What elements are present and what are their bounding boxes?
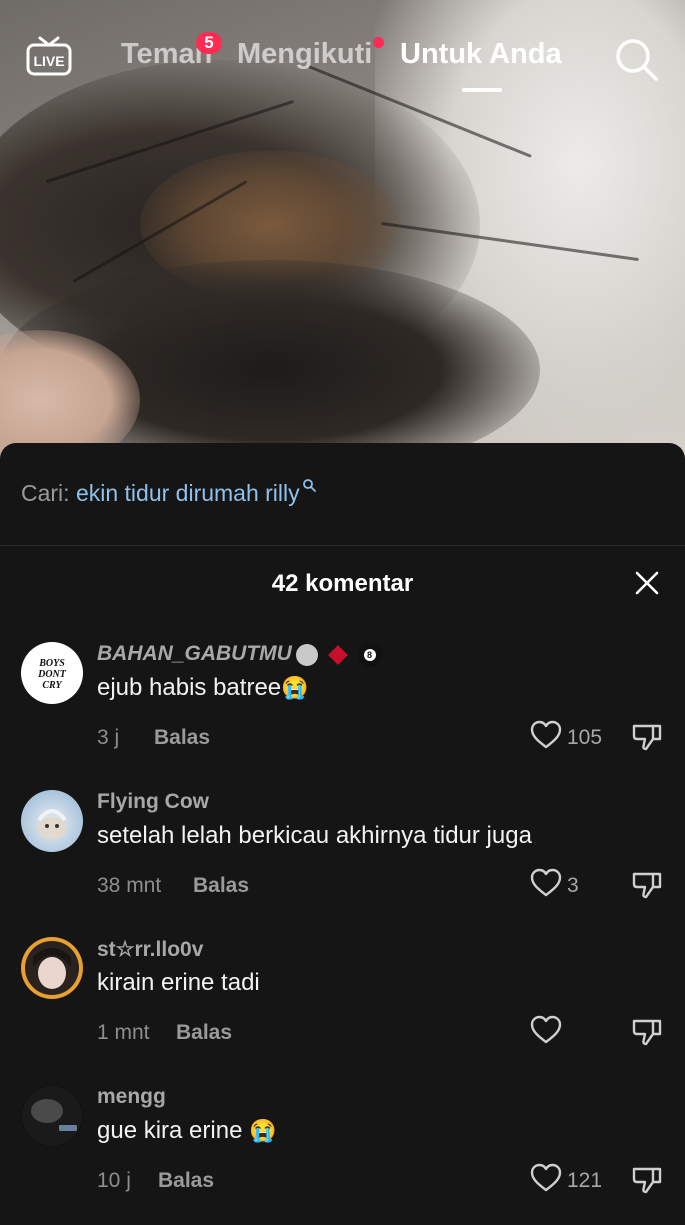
comment-text: ejub habis batree😭 xyxy=(97,674,309,701)
heart-icon[interactable] xyxy=(530,1163,562,1193)
heart-icon[interactable] xyxy=(530,1015,562,1045)
comment-item: st☆rr.llo0v kirain erine tadi 1 mnt Bala… xyxy=(0,937,685,1077)
avatar[interactable] xyxy=(21,790,83,852)
like-count: 3 xyxy=(567,874,579,897)
reply-button[interactable]: Balas xyxy=(158,1169,214,1193)
username-emoji-icons: 8 xyxy=(294,642,382,667)
comment-time: 38 mnt xyxy=(97,874,162,897)
dislike-icon[interactable] xyxy=(631,720,663,752)
small-search-icon xyxy=(302,479,316,492)
comment-time: 1 mnt xyxy=(97,1021,150,1044)
avatar[interactable] xyxy=(21,1085,83,1147)
new-content-dot xyxy=(373,37,384,48)
svg-text:DONT: DONT xyxy=(37,669,67,680)
divider xyxy=(0,545,685,546)
dislike-icon[interactable] xyxy=(631,868,663,900)
red-diamond-icon xyxy=(327,644,348,665)
comment-username[interactable]: st☆rr.llo0v xyxy=(97,937,203,962)
active-tab-indicator xyxy=(462,88,502,92)
comment-time: 3 j xyxy=(97,726,120,749)
like-count: 121 xyxy=(567,1169,603,1192)
comment-time: 10 j xyxy=(97,1169,131,1192)
tab-mengikuti[interactable]: Mengikuti xyxy=(237,38,372,71)
grey-circle-icon xyxy=(295,643,318,666)
dislike-icon[interactable] xyxy=(631,1163,663,1195)
search-icon[interactable] xyxy=(613,36,659,82)
reply-button[interactable]: Balas xyxy=(176,1021,232,1045)
8ball-icon: 8 xyxy=(357,642,382,667)
search-query[interactable]: ekin tidur dirumah rilly xyxy=(76,480,300,506)
comment-count: 42 komentar xyxy=(271,570,414,597)
crying-emoji: 😭 xyxy=(281,675,309,700)
close-icon[interactable] xyxy=(633,569,661,597)
comment-item: mengg gue kira erine 😭 10 j Balas 121 xyxy=(0,1085,685,1225)
top-navigation: LIVE Teman 5 Mengikuti Untuk Anda xyxy=(0,0,685,110)
svg-text:LIVE: LIVE xyxy=(33,53,64,69)
comment-username[interactable]: mengg xyxy=(97,1085,166,1109)
like-count: 105 xyxy=(567,726,603,749)
heart-icon[interactable] xyxy=(530,868,562,898)
avatar[interactable] xyxy=(21,937,83,999)
reply-button[interactable]: Balas xyxy=(154,726,210,750)
notification-badge: 5 xyxy=(196,32,222,54)
svg-text:BOYS: BOYS xyxy=(38,658,65,669)
comment-text: setelah lelah berkicau akhirnya tidur ju… xyxy=(97,822,532,849)
live-icon[interactable]: LIVE xyxy=(26,36,72,76)
reply-button[interactable]: Balas xyxy=(193,874,249,898)
crying-emoji: 😭 xyxy=(249,1118,277,1143)
related-search[interactable]: Cari: ekin tidur dirumah rilly xyxy=(21,479,316,507)
avatar[interactable]: BOYS DONT CRY xyxy=(21,642,83,704)
comment-item: BOYS DONT CRY BAHAN_GABUTMU 8 ejub habis… xyxy=(0,642,685,782)
svg-text:CRY: CRY xyxy=(42,680,62,691)
dislike-icon[interactable] xyxy=(631,1015,663,1047)
search-label: Cari: xyxy=(21,480,70,506)
comment-text: gue kira erine 😭 xyxy=(97,1117,277,1144)
comment-username[interactable]: Flying Cow xyxy=(97,790,209,814)
comment-text: kirain erine tadi xyxy=(97,969,260,996)
comment-username[interactable]: BAHAN_GABUTMU 8 xyxy=(97,642,382,667)
heart-icon[interactable] xyxy=(530,720,562,750)
comment-item: Flying Cow setelah lelah berkicau akhirn… xyxy=(0,790,685,930)
tab-untuk-anda[interactable]: Untuk Anda xyxy=(400,38,562,71)
